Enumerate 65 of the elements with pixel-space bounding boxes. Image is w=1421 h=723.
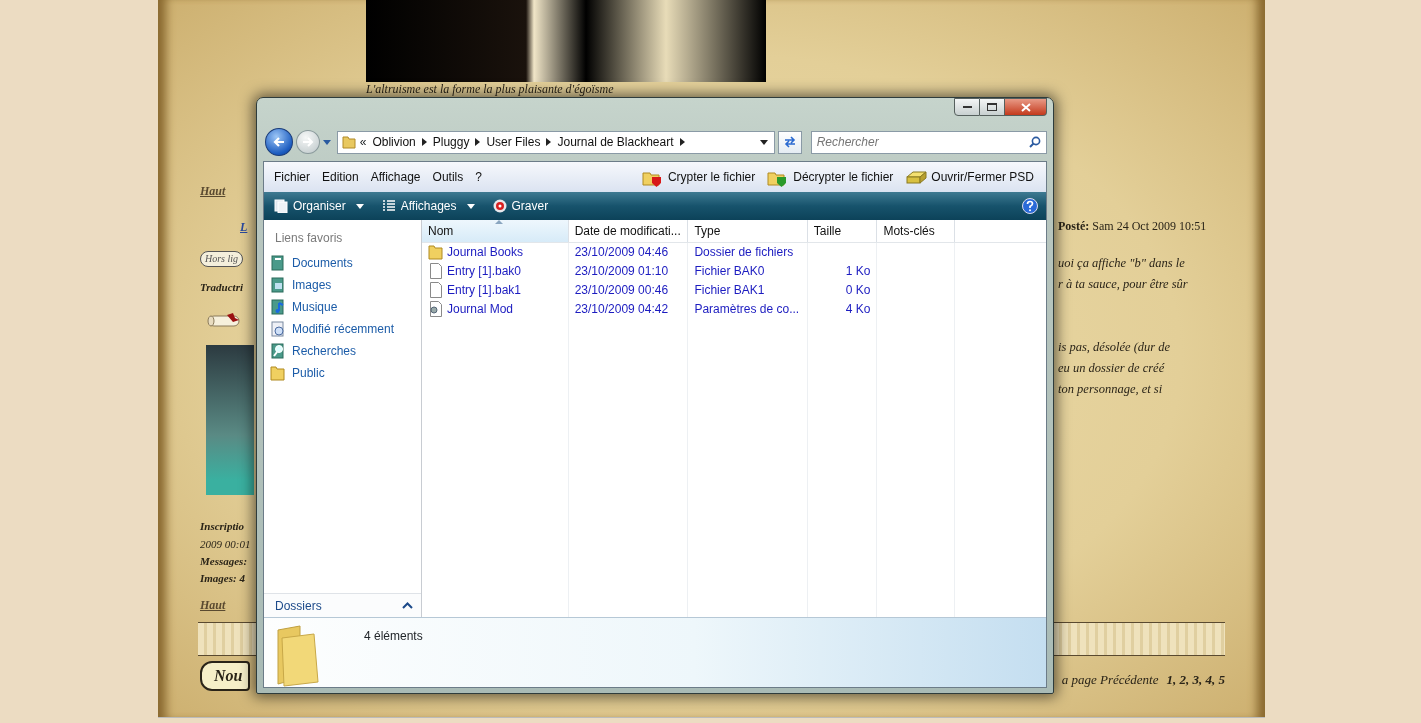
post-text: r à ta sauce, pour être sûr bbox=[1058, 276, 1188, 293]
modified-date: 23/10/2009 04:42 bbox=[574, 302, 669, 316]
file-size: 4 Ko bbox=[845, 302, 871, 316]
file-name[interactable]: Entry [1].bak0 bbox=[447, 262, 522, 280]
post-date: Posté: Sam 24 Oct 2009 10:51 bbox=[1058, 219, 1207, 233]
favorite-link[interactable]: Recherches bbox=[264, 340, 421, 362]
breadcrumb-item[interactable]: Journal de Blackheart bbox=[555, 133, 676, 151]
favorite-link[interactable]: Public bbox=[264, 362, 421, 384]
overflow-chevrons[interactable]: « bbox=[359, 133, 367, 151]
breadcrumb-item[interactable]: Oblivion bbox=[370, 133, 418, 151]
menu-item[interactable]: ? bbox=[469, 166, 488, 188]
file-name[interactable]: Entry [1].bak1 bbox=[447, 281, 522, 299]
column-header[interactable]: Mots-clés bbox=[877, 220, 954, 242]
address-bar[interactable]: « Oblivion Pluggy User Files Journal de Blackheart bbox=[336, 130, 775, 154]
file-type: Fichier BAK0 bbox=[694, 264, 765, 278]
file-name[interactable]: Journal Mod bbox=[447, 300, 514, 318]
file-type: Paramètres de co... bbox=[694, 302, 800, 316]
menu-item[interactable]: Edition bbox=[316, 166, 365, 188]
favorite-link[interactable]: Images bbox=[264, 274, 421, 296]
post-text: uoi ça affiche "b" dans le bbox=[1058, 255, 1185, 272]
toolbar-action[interactable]: Décrypter le fichier bbox=[761, 164, 900, 190]
breadcrumb-item[interactable]: User Files bbox=[484, 133, 543, 151]
top-link[interactable]: Haut bbox=[200, 598, 226, 612]
column-header[interactable]: Type bbox=[688, 220, 807, 242]
menu-item[interactable]: Fichier bbox=[268, 166, 316, 188]
toolbar-button[interactable]: Affichages bbox=[375, 195, 481, 217]
motto-text: L'altruisme est la forme la plus plaisante d'égoïsme bbox=[366, 82, 614, 96]
column-header[interactable]: Nom bbox=[422, 220, 568, 242]
profile-text: Images: 4 bbox=[200, 571, 245, 585]
favorite-link[interactable]: Modifié récemment bbox=[264, 318, 421, 340]
modified-date: 23/10/2009 01:10 bbox=[574, 264, 669, 278]
toolbar-action[interactable]: Ouvrir/Fermer PSD bbox=[899, 164, 1040, 190]
favorite-link[interactable]: Musique bbox=[264, 296, 421, 318]
post-text: ton personnage, et si bbox=[1058, 381, 1163, 398]
section-title: Liens favoris bbox=[274, 230, 344, 247]
favorite-link[interactable]: Documents bbox=[264, 252, 421, 274]
post-text: eu un dossier de créé bbox=[1058, 360, 1165, 377]
toolbar-button[interactable]: Graver bbox=[486, 195, 555, 217]
menu-item[interactable]: Outils bbox=[426, 166, 470, 188]
file-size: 1 Ko bbox=[845, 264, 871, 278]
toolbar-button[interactable]: Organiser bbox=[268, 195, 370, 217]
file-name[interactable]: Journal Books bbox=[447, 243, 524, 262]
column-header[interactable]: Taille bbox=[807, 220, 877, 242]
page-links[interactable]: 1, 2, 3, 4, 5 bbox=[1166, 670, 1225, 691]
toolbar-action[interactable]: Crypter le fichier bbox=[635, 164, 762, 190]
profile-text: 2009 00:01 bbox=[200, 537, 251, 551]
item-count: 4 éléments bbox=[364, 628, 423, 645]
search-field[interactable]: Rechercher bbox=[810, 130, 1047, 154]
menu-item[interactable]: Affichage bbox=[364, 166, 427, 188]
modified-date: 23/10/2009 04:46 bbox=[574, 245, 669, 260]
rank-text: Traductri bbox=[200, 280, 243, 294]
status-badge: Hors lig bbox=[200, 251, 244, 267]
file-type: Fichier BAK1 bbox=[694, 283, 765, 297]
profile-text: Inscriptio bbox=[200, 519, 244, 533]
top-link[interactable]: Haut bbox=[200, 184, 226, 198]
breadcrumb-item[interactable]: Pluggy bbox=[430, 133, 472, 151]
modified-date: 23/10/2009 00:46 bbox=[574, 283, 669, 297]
scroll-button[interactable]: Nou bbox=[200, 661, 251, 691]
file-size: 0 Ko bbox=[845, 283, 871, 297]
profile-text: Messages: bbox=[200, 554, 248, 568]
user-link[interactable]: L bbox=[240, 220, 248, 234]
file-type: Dossier de fichiers bbox=[694, 245, 794, 260]
pagination-label: a page Précédente bbox=[1061, 671, 1159, 689]
post-text: is pas, désolée (dur de bbox=[1058, 339, 1171, 356]
column-header[interactable]: Date de modificati... bbox=[568, 220, 688, 242]
